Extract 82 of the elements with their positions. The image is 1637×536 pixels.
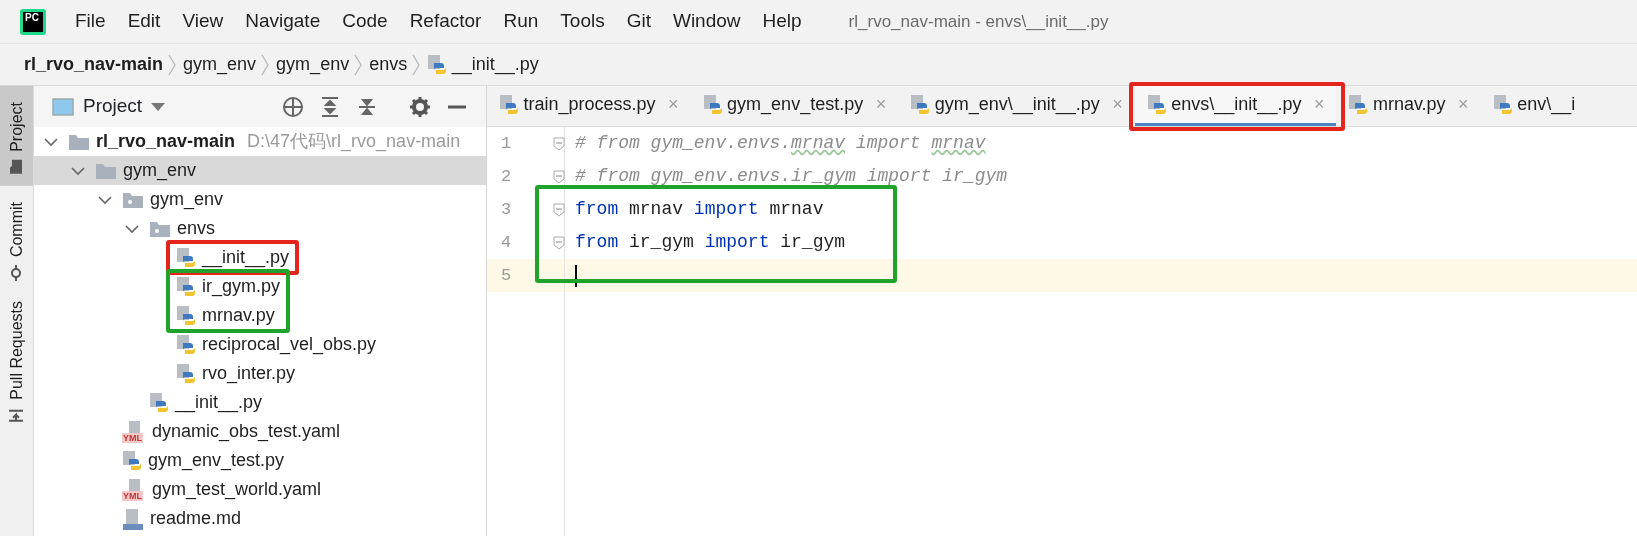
chevron-right-icon xyxy=(260,52,271,77)
editor-tab[interactable]: envs\__init__.py × xyxy=(1134,86,1337,126)
code-line: from mrnav import mrnav xyxy=(574,198,824,221)
breadcrumb-link[interactable]: __init__.py xyxy=(421,51,543,78)
breadcrumb-link[interactable]: gym_env xyxy=(270,51,354,78)
package-folder-icon xyxy=(122,190,144,209)
locate-icon[interactable] xyxy=(282,95,304,118)
python-file-icon xyxy=(176,246,196,269)
menu-item[interactable]: Code xyxy=(331,7,399,36)
python-file-icon xyxy=(1146,93,1167,116)
menu-item[interactable]: Help xyxy=(751,7,813,36)
expand-all-icon[interactable] xyxy=(319,95,341,118)
folder-icon xyxy=(95,161,117,180)
breadcrumb-link[interactable]: rl_rvo_nav-main xyxy=(18,51,168,78)
tool-window-tab[interactable]: Project xyxy=(0,86,33,186)
pull-request-icon xyxy=(8,407,25,424)
code-line: # from gym_env.envs.mrnav import mrnav xyxy=(574,132,986,155)
breadcrumb-link[interactable]: envs xyxy=(363,51,412,78)
tool-window-tab[interactable]: Commit xyxy=(0,191,33,291)
editor-tab[interactable]: gym_env\__init__.py × xyxy=(898,86,1135,126)
tree-item[interactable]: gym_env xyxy=(34,156,486,185)
line-number: 1 xyxy=(500,132,513,155)
tree-item[interactable]: gym_env xyxy=(34,185,486,214)
file-icon xyxy=(122,507,144,530)
line-number: 2 xyxy=(500,165,513,188)
menu-item[interactable]: Tools xyxy=(549,7,616,36)
python-file-icon xyxy=(499,93,519,116)
python-file-icon xyxy=(1492,93,1513,116)
tree-item[interactable]: __init__.py xyxy=(34,388,486,417)
settings-icon[interactable] xyxy=(409,95,431,118)
window-title: rl_rvo_nav-main - envs\__init__.py xyxy=(848,10,1109,33)
python-file-icon xyxy=(427,53,448,76)
python-file-icon xyxy=(702,93,723,116)
breadcrumb-link[interactable]: gym_env xyxy=(177,51,261,78)
menu-item[interactable]: View xyxy=(171,7,235,36)
editor-tab[interactable]: mrnav.py × xyxy=(1336,86,1481,126)
tree-item[interactable]: __init__.py xyxy=(34,243,486,272)
chevron-right-icon xyxy=(411,52,422,77)
tree-item[interactable]: mrnav.py xyxy=(34,301,486,330)
chevron-right-icon xyxy=(167,52,178,77)
tool-window-tab[interactable]: Pull Requests xyxy=(0,290,33,434)
menu-item[interactable]: Edit xyxy=(116,7,172,36)
editor-tab[interactable]: gym_env_test.py × xyxy=(690,86,899,126)
menu-item[interactable]: Run xyxy=(492,7,550,36)
python-file-icon xyxy=(176,304,196,327)
editor-tab[interactable]: train_process.py × xyxy=(487,86,691,126)
tree-item[interactable]: rl_rvo_nav-main D:\47代码\rl_rvo_nav-main xyxy=(34,127,486,156)
python-file-icon xyxy=(1348,93,1369,116)
tree-item[interactable]: readme.md xyxy=(34,504,486,533)
tree-item[interactable]: envs xyxy=(34,214,486,243)
tree-item[interactable]: YML gym_test_world.yaml xyxy=(34,475,486,504)
code-line: from ir_gym import ir_gym xyxy=(574,231,846,254)
tree-item[interactable]: YML dynamic_obs_test.yaml xyxy=(34,417,486,446)
project-view-dropdown[interactable]: Project xyxy=(52,92,166,121)
python-file-icon xyxy=(176,275,196,298)
folder-icon xyxy=(68,132,90,151)
line-number: 5 xyxy=(487,259,564,292)
chevron-right-icon xyxy=(353,52,364,77)
line-number: 4 xyxy=(500,231,513,254)
editor-tab[interactable]: env\__i xyxy=(1480,86,1588,126)
line-number: 3 xyxy=(500,198,513,221)
tree-item[interactable]: gym_env_test.py xyxy=(34,446,486,475)
menu-item[interactable]: Window xyxy=(661,7,752,36)
code-line: # from gym_env.envs.ir_gym import ir_gym xyxy=(574,165,1008,188)
menu-item[interactable]: File xyxy=(64,7,117,36)
python-file-icon xyxy=(910,93,931,116)
python-file-icon xyxy=(176,362,196,385)
folder-icon xyxy=(9,158,24,175)
tree-item[interactable]: ir_gym.py xyxy=(34,272,486,301)
path-hint: D:\47代码\rl_rvo_nav-main xyxy=(247,130,461,154)
python-file-icon xyxy=(122,449,142,472)
python-file-icon xyxy=(176,333,196,356)
tree-item[interactable]: rvo_inter.py xyxy=(34,359,486,388)
app-logo: PC xyxy=(20,8,46,35)
package-folder-icon xyxy=(149,219,171,238)
menu-item[interactable]: Navigate xyxy=(234,7,332,36)
python-file-icon xyxy=(149,391,169,414)
menu-item[interactable]: Git xyxy=(615,7,662,36)
window-icon xyxy=(52,97,74,116)
menu-item[interactable]: Refactor xyxy=(398,7,493,36)
caret-down-icon xyxy=(151,102,166,111)
tree-item[interactable]: reciprocal_vel_obs.py xyxy=(34,330,486,359)
